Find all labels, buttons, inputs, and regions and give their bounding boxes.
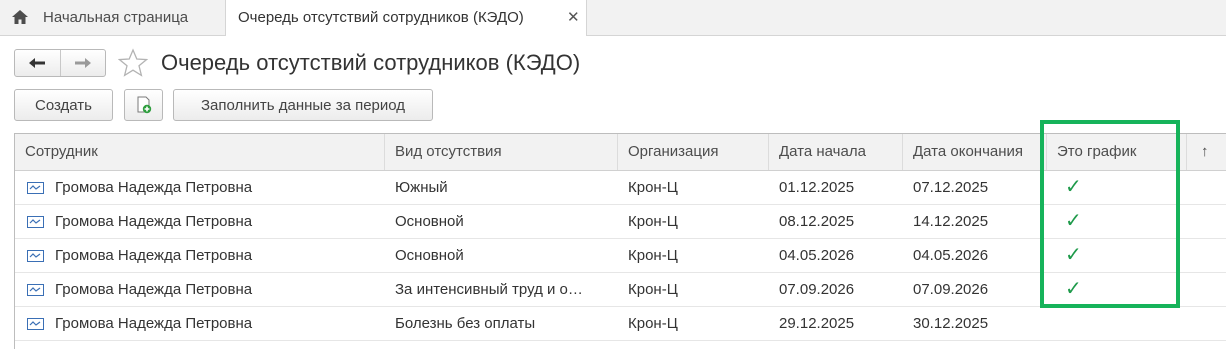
table-row[interactable]: Громова Надежда Петровна Болезнь без опл… <box>15 307 1226 341</box>
check-icon: ✓ <box>1065 210 1082 232</box>
column-end-date[interactable]: Дата окончания <box>903 134 1047 170</box>
cell-organization: Крон-Ц <box>628 281 678 298</box>
cell-end-date: 30.12.2025 <box>913 315 989 332</box>
fill-period-button[interactable]: Заполнить данные за период <box>173 89 433 121</box>
cell-organization: Крон-Ц <box>628 315 678 332</box>
cell-end-date: 07.09.2026 <box>913 281 989 298</box>
cell-absence-type: Основной <box>395 213 464 230</box>
home-icon <box>12 10 28 24</box>
cell-employee: Громова Надежда Петровна <box>55 247 253 264</box>
arrow-right-icon <box>74 58 91 68</box>
cell-employee: Громова Надежда Петровна <box>55 179 253 196</box>
tab-home[interactable]: Начальная страница <box>0 0 222 35</box>
document-icon <box>27 284 44 296</box>
nav-buttons <box>14 49 106 77</box>
cell-start-date: 04.05.2026 <box>779 247 855 264</box>
check-icon: ✓ <box>1065 278 1082 300</box>
cell-employee: Громова Надежда Петровна <box>55 281 253 298</box>
column-organization[interactable]: Организация <box>618 134 769 170</box>
table-row[interactable]: Громова Надежда Петровна Южный Крон-Ц 01… <box>15 171 1226 205</box>
column-absence-type[interactable]: Вид отсутствия <box>385 134 618 170</box>
tab-bar: Начальная страница Очередь отсутствий со… <box>0 0 1226 36</box>
cell-organization: Крон-Ц <box>628 179 678 196</box>
cell-end-date: 04.05.2026 <box>913 247 989 264</box>
cell-organization: Крон-Ц <box>628 247 678 264</box>
column-start-date[interactable]: Дата начала <box>769 134 903 170</box>
absence-table: Сотрудник Вид отсутствия Организация Дат… <box>14 133 1226 349</box>
create-button[interactable]: Создать <box>14 89 113 121</box>
check-cell-empty <box>1047 307 1187 340</box>
check-icon: ✓ <box>1065 176 1082 198</box>
cell-absence-type: Болезнь без оплаты <box>395 315 536 332</box>
check-icon: ✓ <box>1065 244 1082 266</box>
column-is-schedule[interactable]: Это график <box>1047 134 1187 170</box>
sort-indicator[interactable]: ↑ <box>1187 134 1226 170</box>
cell-start-date: 29.12.2025 <box>779 315 855 332</box>
tab-absence-queue[interactable]: Очередь отсутствий сотрудников (КЭДО) ✕ <box>225 0 587 36</box>
cell-absence-type: Основной <box>395 247 464 264</box>
table-row[interactable]: Громова Надежда Петровна Основной Крон-Ц… <box>15 239 1226 273</box>
tab-home-label: Начальная страница <box>43 9 189 26</box>
cell-start-date: 08.12.2025 <box>779 213 855 230</box>
cell-employee: Громова Надежда Петровна <box>55 315 253 332</box>
forward-button[interactable] <box>61 50 106 76</box>
document-icon <box>27 182 44 194</box>
cell-start-date: 07.09.2026 <box>779 281 855 298</box>
cell-end-date: 07.12.2025 <box>913 179 989 196</box>
cell-organization: Крон-Ц <box>628 213 678 230</box>
add-document-button[interactable] <box>124 89 163 121</box>
close-icon[interactable]: ✕ <box>567 8 580 26</box>
cell-absence-type: За интенсивный труд и о… <box>395 281 583 298</box>
table-header: Сотрудник Вид отсутствия Организация Дат… <box>15 134 1226 171</box>
cell-start-date: 01.12.2025 <box>779 179 855 196</box>
cell-employee: Громова Надежда Петровна <box>55 213 253 230</box>
table-row[interactable]: Громова Надежда Петровна Основной Крон-Ц… <box>15 205 1226 239</box>
document-icon <box>27 216 44 228</box>
table-row[interactable]: Громова Надежда Петровна За интенсивный … <box>15 273 1226 307</box>
document-icon <box>27 318 44 330</box>
arrow-left-icon <box>29 58 46 68</box>
page-title: Очередь отсутствий сотрудников (КЭДО) <box>161 50 581 75</box>
star-icon[interactable] <box>118 48 148 78</box>
document-icon <box>27 250 44 262</box>
column-employee[interactable]: Сотрудник <box>15 134 385 170</box>
tab-absence-queue-label: Очередь отсутствий сотрудников (КЭДО) <box>238 9 524 26</box>
cell-end-date: 14.12.2025 <box>913 213 989 230</box>
add-document-icon <box>137 96 151 114</box>
cell-absence-type: Южный <box>395 179 448 196</box>
back-button[interactable] <box>15 50 61 76</box>
